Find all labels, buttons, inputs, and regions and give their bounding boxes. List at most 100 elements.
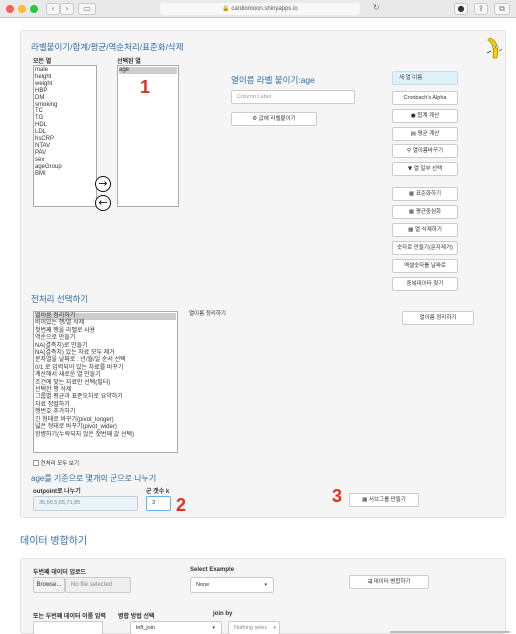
all-columns-label: 모든 열 [33,59,52,65]
minimize-window-button[interactable] [18,5,26,13]
side-button-label: 열이름바꾸기 [412,148,444,154]
page: 라벨붙이기/합계/평균/역순처리/표준화/삭제 모든 열 male height w… [0,18,516,634]
move-right-arrow-icon[interactable]: → [95,176,111,192]
list-item[interactable]: sex [35,157,95,164]
side-button-label: 숫자로 만들기(문자제거) [397,245,453,251]
merge-panel: 두번째 데이터 업로드 Browse... No file selected S… [20,558,506,634]
side-button-8[interactable]: ▦ 평균중심화 [392,205,458,219]
list-item[interactable]: 항병하기(누락되지 않은 첫번째 값 선택) [35,432,176,439]
table-icon: ▦ [408,209,416,215]
list-item[interactable]: NA(결측치)로 만들기 [35,343,176,350]
data-name-input[interactable] [33,621,103,634]
list-item[interactable]: 역순으로 만들기 [35,335,176,342]
join-by-dropdown[interactable]: Nothing selec ▾ [228,621,280,634]
list-item[interactable]: PAV [35,150,95,157]
select-example-dropdown[interactable]: None ▾ [190,577,274,593]
data-name-label: 또는 두번째 데이터 이름 입력 [33,614,106,620]
marker-2: 2 [176,495,187,515]
address-bar[interactable]: 🔒 cardiomoon.shinyapps.io [160,3,360,15]
sidebar-toggle-icon[interactable]: ▭ [78,3,96,15]
list-item[interactable]: 긴 형태로 바꾸기(pivot_longer) [35,417,176,424]
table-icon: ▦ [408,227,416,233]
create-subgroup-button[interactable]: ▦ 서브그룹 만들기 [349,493,419,507]
list-item[interactable]: hsCRP [35,136,95,143]
show-all-checkbox[interactable] [33,460,39,466]
list-item[interactable]: TC [35,108,95,115]
list-item[interactable]: 계산해서 새로운 열 만들기 [35,372,176,379]
lock-icon: 🔒 [222,5,230,12]
list-item[interactable]: ageGroup [35,164,95,171]
marker-1: 1 [140,77,151,97]
close-window-button[interactable] [6,5,14,13]
no-file-field: No file selected [65,577,131,593]
list-item[interactable]: 넓은 형태로 바꾸기(pivot_wider) [35,424,176,431]
reload-icon[interactable]: ↻ [373,3,380,12]
side-button-11[interactable]: 엑셀숫자를 날짜로 [392,259,458,273]
table-icon: ▦ [408,191,416,197]
show-all-label: 전처리 모두 보기 [40,461,80,467]
side-button-12[interactable]: 중복데이타 찾기 [392,277,458,291]
join-by-value: Nothing selec [234,625,268,631]
list-item[interactable]: TG [35,115,95,122]
side-button-2[interactable]: Cronbach's Alpha [392,91,458,105]
side-button-5[interactable]: ⚲ 열이름바꾸기 [392,144,458,158]
side-button-6[interactable]: ▼ 열 일부 선택 [392,162,458,176]
list-item[interactable]: male [35,67,95,74]
back-button[interactable]: ‹ [46,3,60,15]
selected-columns-label: 선택된 열 [117,59,141,65]
move-left-arrow-icon[interactable]: ← [95,195,111,211]
label-heading: 열이름 라벨 붙이기:age [231,75,315,85]
preprocess-action-button[interactable]: 열이름 정리하기 [402,311,474,325]
list-item[interactable]: 비어있는 행/열 삭제 [35,320,176,327]
list-item[interactable]: NTAV [35,143,95,150]
preprocess-select-list[interactable]: 열이름 정리하기 비어있는 행/열 삭제 첫번째 행을 라벨로 사용 역순으로 만들기… [33,311,178,453]
side-button-label: 열 일부 선택 [413,166,443,172]
k-input[interactable]: 3 [146,496,171,511]
list-item[interactable]: 문자열을 날짜로 : 년/월/일 순서 선택 [35,357,176,364]
list-item[interactable]: LDL [35,129,95,136]
browse-button[interactable]: Browse... [33,577,65,593]
merge-data-text: 데이터 병합하기 [373,579,411,585]
side-button-7[interactable]: ▦ 표준화하기 [392,187,458,201]
merge-method-dropdown[interactable]: left_join ▾ [130,621,222,634]
side-button-3[interactable]: ● 합계 계산 [392,109,458,123]
list-item[interactable]: HDL [35,122,95,129]
tabs-icon[interactable]: ⧉ [494,3,510,15]
side-button-1[interactable]: 새 열 이름 [392,71,458,85]
list-item[interactable]: BMI [35,171,95,178]
list-item[interactable]: HBP [35,88,95,95]
list-item[interactable]: 조건에 맞는 자료만 선택(필터) [35,380,176,387]
zoom-window-button[interactable] [30,5,38,13]
side-button-9[interactable]: ▦ 열 삭제하기 [392,223,458,237]
value-label-button[interactable]: ⚙ 값에 라벨붙이기 [231,112,317,126]
calculator-icon: ▤ [410,131,418,137]
outpoint-input[interactable]: 35,56.5,65,71,85 [33,496,138,511]
all-columns-list[interactable]: male height weight HBP DM smoking TC TG HDL LDL hs… [33,65,97,207]
column-label-input[interactable]: Column Label [231,90,355,104]
caret-down-icon: ▾ [212,625,215,631]
list-item[interactable]: 행번호 추가하기 [35,409,176,416]
list-item[interactable]: age [119,67,177,74]
list-item[interactable]: height [35,74,95,81]
list-item[interactable]: smoking [35,102,95,109]
merge-data-button[interactable]: ⇶ 데이터 병합하기 [349,575,429,589]
page-scrollbar[interactable] [390,631,510,633]
download-icon[interactable]: ● [454,3,468,15]
side-button-label: 평균 계산 [417,131,440,137]
caret-down-icon: ▾ [264,582,267,588]
list-item[interactable]: DM [35,95,95,102]
show-all-checkbox-row[interactable]: 전처리 모두 보기 [33,459,79,467]
side-button-10[interactable]: 숫자로 만들기(문자제거) [392,241,458,255]
forward-button[interactable]: › [60,3,74,15]
side-button-label: 엑셀숫자를 날짜로 [403,263,446,269]
side-button-label: Cronbach's Alpha [403,95,447,101]
preprocess-heading: 전처리 선택하기 [31,294,89,304]
share-icon[interactable]: ⇪ [474,3,488,15]
merge-icon: ⇶ [367,579,373,585]
side-button-4[interactable]: ▤ 평균 계산 [392,127,458,141]
merge-method-label: 병합 방법 선택 [118,614,155,620]
side-button-label: 합계 계산 [417,113,440,119]
upload-label: 두번째 데이터 업로드 [33,570,87,576]
list-item[interactable]: 그룹별 평균과 표준오차로 요약하기 [35,394,176,401]
list-item[interactable]: weight [35,81,95,88]
